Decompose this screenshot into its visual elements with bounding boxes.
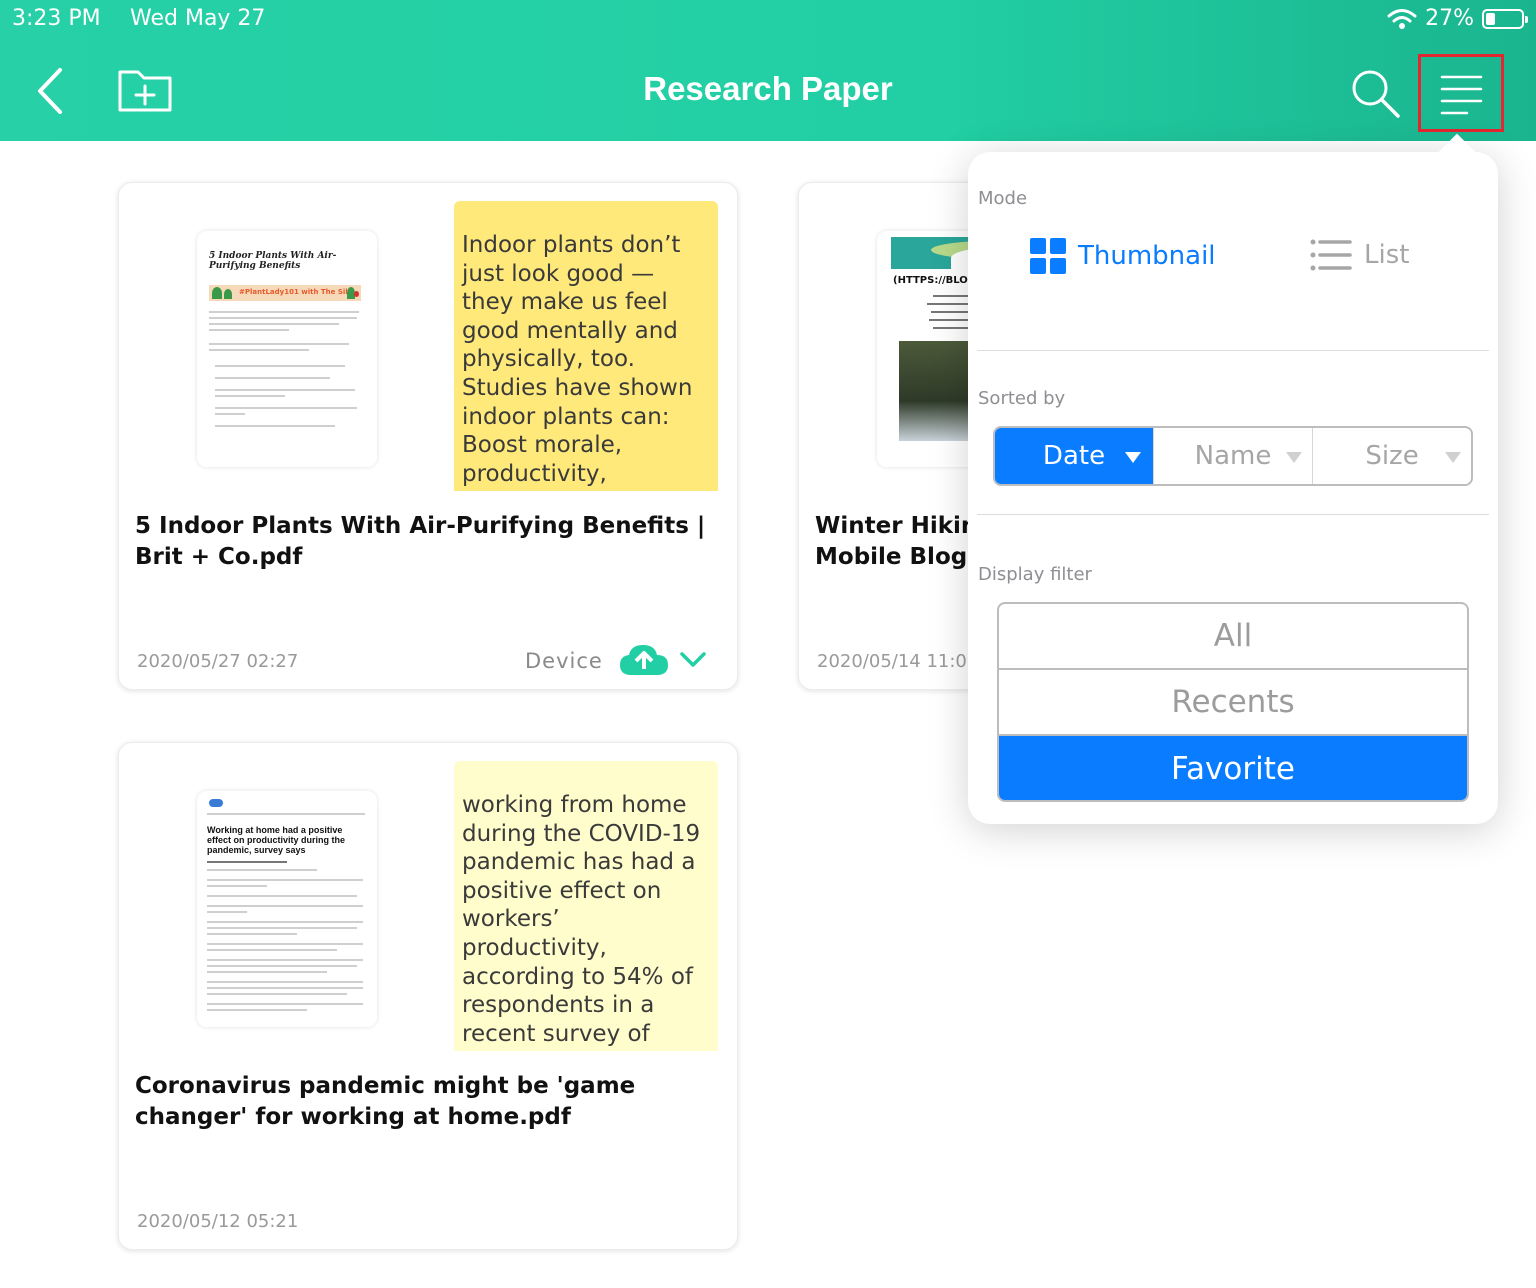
filter-label: Display filter <box>978 564 1092 585</box>
divider <box>977 514 1489 515</box>
document-title[interactable]: Coronavirus pandemic might be 'game chan… <box>135 1071 735 1133</box>
sort-date-option[interactable]: Date <box>995 428 1154 484</box>
document-thumbnail[interactable]: 5 Indoor Plants With Air-Purifying Benef… <box>197 231 377 467</box>
wifi-icon <box>1387 8 1417 29</box>
document-date: 2020/05/14 11:02 <box>817 651 979 672</box>
filter-favorite-option[interactable]: Favorite <box>999 736 1467 800</box>
chevron-down-icon[interactable] <box>679 650 707 670</box>
filter-all-option[interactable]: All <box>999 604 1467 670</box>
mode-list-label: List <box>1364 240 1410 270</box>
preview-title: 5 Indoor Plants With Air-Purifying Benef… <box>209 251 337 271</box>
sort-name-label: Name <box>1194 441 1272 471</box>
search-icon <box>1352 70 1400 118</box>
mode-label: Mode <box>978 188 1028 209</box>
status-date: Wed May 27 <box>130 6 266 31</box>
preview-banner: #PlantLady101 with The Sill <box>209 285 361 301</box>
caret-down-icon <box>1286 452 1302 463</box>
display-filter-list: All Recents Favorite <box>997 602 1469 802</box>
annotation-note[interactable]: Indoor plants don’t just look good — the… <box>454 201 718 491</box>
document-card[interactable]: Working at home had a positive effect on… <box>118 742 738 1250</box>
sort-segmented-control: Date Name Size <box>993 426 1473 486</box>
caret-down-icon <box>1445 452 1461 463</box>
sort-name-option[interactable]: Name <box>1154 428 1313 484</box>
sort-menu-button[interactable] <box>1418 54 1504 132</box>
divider <box>977 350 1489 351</box>
status-right: 27% <box>1387 6 1528 31</box>
preview-banner-text: #PlantLady101 with The Sill <box>239 288 351 296</box>
mode-thumbnail-label: Thumbnail <box>1078 241 1216 271</box>
app-header: 3:23 PM Wed May 27 27% Research Paper <box>0 0 1536 141</box>
document-card[interactable]: 5 Indoor Plants With Air-Purifying Benef… <box>118 182 738 690</box>
sort-size-option[interactable]: Size <box>1313 428 1471 484</box>
grid-icon <box>1030 238 1066 274</box>
document-date: 2020/05/12 05:21 <box>137 1211 299 1232</box>
status-bar: 3:23 PM Wed May 27 27% <box>12 6 1528 36</box>
annotation-note[interactable]: working from home during the COVID-19 pa… <box>454 761 718 1051</box>
storage-location: Device <box>525 649 603 673</box>
page-title: Research Paper <box>643 70 893 107</box>
mode-thumbnail-option[interactable]: Thumbnail <box>1030 238 1216 274</box>
sort-label: Sorted by <box>978 388 1066 409</box>
battery-percent: 27% <box>1425 6 1474 31</box>
status-time: 3:23 PM <box>12 6 101 31</box>
document-title[interactable]: 5 Indoor Plants With Air-Purifying Benef… <box>135 511 735 573</box>
sort-date-label: Date <box>1042 441 1106 471</box>
caret-down-icon <box>1125 452 1141 463</box>
battery-icon <box>1482 8 1528 29</box>
mode-list-option[interactable]: List <box>1310 238 1409 272</box>
view-options-popover: Mode Thumbnail List Sorted by Date Name <box>968 133 1498 824</box>
document-date: 2020/05/27 02:27 <box>137 651 299 672</box>
sort-size-label: Size <box>1365 441 1419 471</box>
cloud-upload-icon[interactable] <box>619 643 669 677</box>
list-icon <box>1310 239 1352 271</box>
filter-recents-option[interactable]: Recents <box>999 670 1467 736</box>
search-button[interactable] <box>1348 66 1402 120</box>
sort-lines-icon <box>1440 75 1483 115</box>
preview-logo <box>209 799 223 807</box>
preview-title: Working at home had a positive effect on… <box>207 825 346 855</box>
document-thumbnail[interactable]: Working at home had a positive effect on… <box>197 791 377 1027</box>
